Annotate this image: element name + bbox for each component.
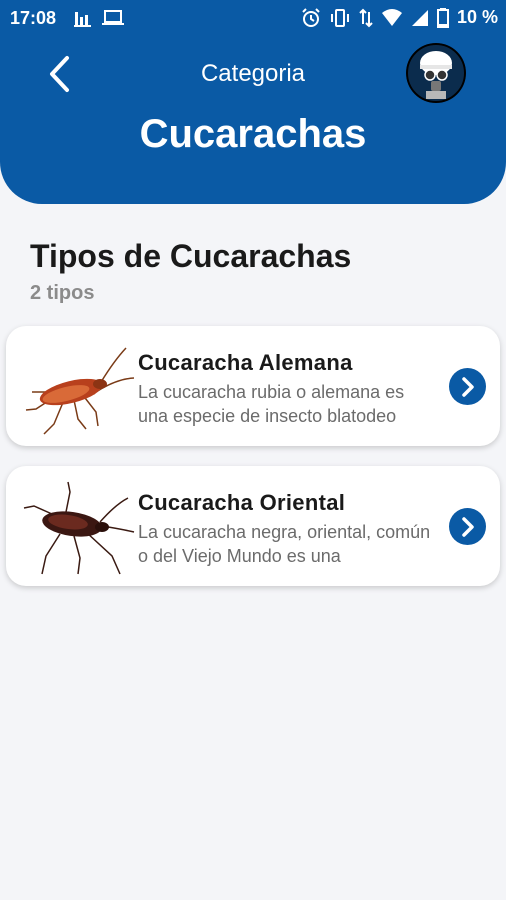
app-header: 17:08 10 % Categoria Cucarachas [0, 0, 506, 204]
list-item-cucaracha-alemana[interactable]: Cucaracha Alemana La cucaracha rubia o a… [6, 326, 500, 446]
wifi-icon [381, 8, 402, 26]
german-cockroach-image [25, 347, 135, 435]
open-item-button[interactable] [449, 368, 486, 405]
status-time: 17:08 [10, 8, 57, 28]
exterminator-avatar-icon [406, 43, 466, 103]
data-transfer-icon [359, 8, 373, 27]
alarm-icon [302, 7, 320, 27]
item-description: La cucaracha rubia o alemana es una espe… [138, 382, 405, 426]
item-title: Cucaracha Oriental [138, 490, 346, 515]
section-title: Tipos de Cucarachas [30, 238, 352, 274]
section-count: 2 tipos [30, 282, 95, 304]
signal-icon [411, 9, 428, 26]
status-bar: 17:08 10 % [0, 0, 506, 36]
list-item-cucaracha-oriental[interactable]: Cucaracha Oriental La cucaracha negra, o… [6, 466, 500, 586]
laptop-icon [102, 10, 124, 25]
battery-icon [436, 7, 449, 28]
battery-percentage: 10 % [456, 7, 498, 27]
chevron-right-icon [461, 376, 474, 397]
item-description: La cucaracha negra, oriental, común o de… [138, 522, 431, 566]
item-title: Cucaracha Alemana [138, 350, 353, 375]
stats-icon [74, 12, 91, 27]
open-item-button[interactable] [449, 508, 486, 545]
page-title: Cucarachas [139, 112, 367, 156]
avatar[interactable] [406, 43, 466, 103]
vibrate-icon [330, 8, 349, 27]
oriental-cockroach-image [23, 481, 135, 575]
chevron-right-icon [461, 516, 474, 537]
